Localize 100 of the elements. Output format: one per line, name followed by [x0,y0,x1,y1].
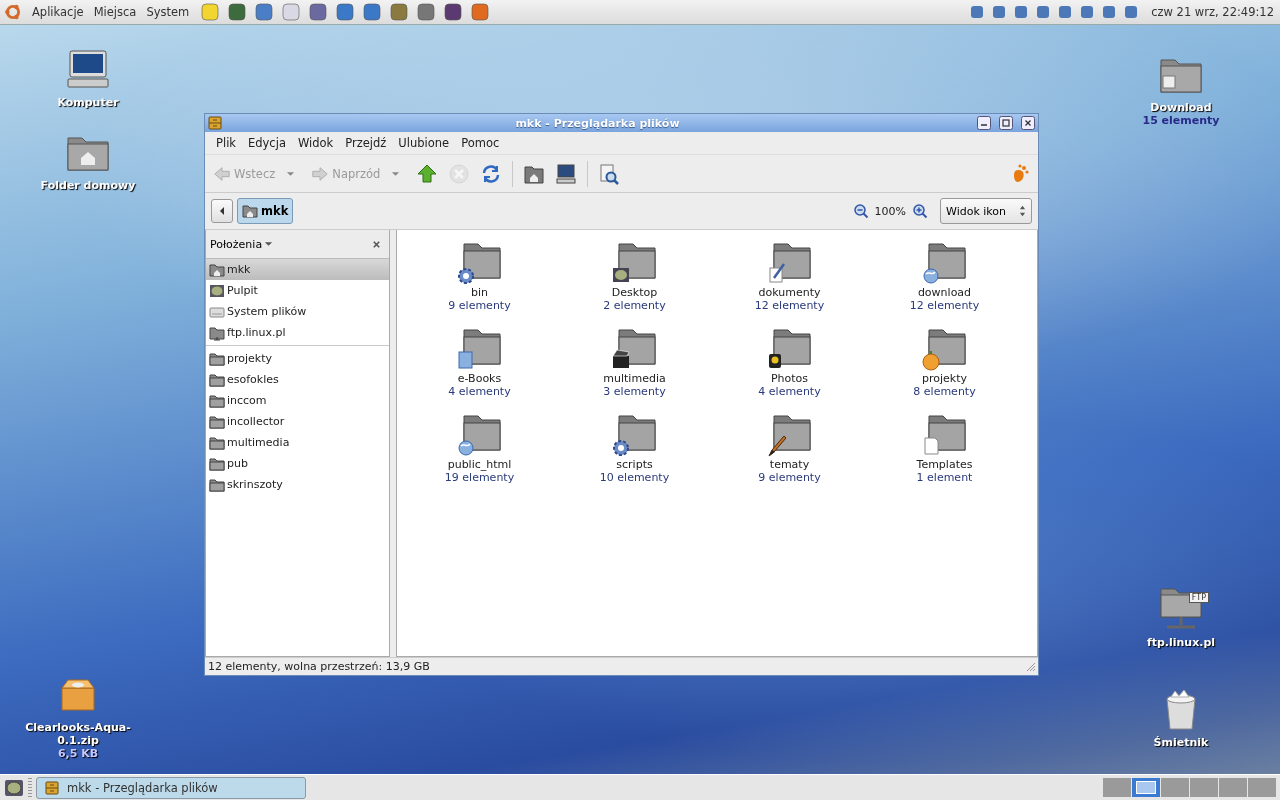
status-text: 12 elementy, wolna przestrzeń: 13,9 GB [208,660,430,673]
maximize-icon[interactable] [999,116,1013,130]
zoom-level: 100% [874,204,906,218]
zoom-out-icon[interactable] [852,203,869,219]
sidebar-item[interactable]: incollector [206,411,389,432]
tray-icon[interactable] [1035,4,1052,20]
sidebar-item[interactable]: pub [206,453,389,474]
item-count: 12 elementy [754,299,825,312]
item-count: 3 elementy [603,385,666,398]
menu-item[interactable]: Plik [211,136,241,150]
up-arrow-icon[interactable] [416,162,439,185]
window-title: mkk - Przeglądarka plików [514,116,681,130]
tray-icon[interactable] [1123,4,1140,20]
workspace[interactable] [1132,778,1160,797]
right-arrow-icon [311,164,330,183]
search-icon[interactable] [598,162,621,185]
item-count: 12 elementy [909,299,980,312]
places-dropdown[interactable]: Położenia [210,237,274,251]
panel-menu[interactable]: System [142,5,194,19]
cabinet-icon[interactable] [208,116,222,130]
launcher-icon[interactable] [443,2,464,22]
item-count: 1 element [916,471,973,484]
clock[interactable]: czw 21 wrz, 22:49:12 [1151,5,1274,19]
launcher-icon[interactable] [335,2,356,22]
sidebar-item[interactable]: ftp.linux.pl [206,322,389,343]
sidebar-item[interactable]: mkk [206,259,389,280]
file-name[interactable]: multimedia [603,372,666,385]
menu-item[interactable]: Pomoc [456,136,505,150]
launcher-icon[interactable] [227,2,248,22]
cabinet-icon [45,780,59,795]
tray-icon[interactable] [991,4,1008,20]
desktop-icon-label[interactable]: ftp.linux.pl [1146,636,1216,649]
item-count: 9 elementy [758,471,821,484]
left-triangle-icon [219,206,225,216]
sidebar-item[interactable]: inccom [206,390,389,411]
file-name[interactable]: Photos [770,372,809,385]
desktop-icon-label[interactable]: Clearlooks-Aqua-0.1.zip [18,721,138,747]
folder-icon [209,476,225,493]
home-folder-icon [209,261,225,278]
zoom-in-icon[interactable] [912,203,928,219]
path-left-button[interactable] [211,199,233,223]
menu-item[interactable]: Widok [292,136,339,150]
file-name[interactable]: scripts [616,458,653,471]
menu-item[interactable]: Edycja [243,136,291,150]
sidebar-item[interactable]: esofokles [206,369,389,390]
up-down-arrows-icon [1019,205,1026,217]
desktop-icon [209,282,225,299]
sidebar-item[interactable]: projekty [206,348,389,369]
sidebar-item[interactable]: Pulpit [206,280,389,301]
tray-icon[interactable] [969,4,986,20]
panel-menu[interactable]: Miejsca [89,5,141,19]
show-desktop-icon[interactable] [4,777,24,798]
close-icon[interactable] [1021,116,1035,130]
computer-icon[interactable] [555,162,578,185]
file-name[interactable]: public_html [447,458,512,471]
file-name[interactable]: download [917,286,972,299]
logo-icon[interactable] [4,3,22,21]
network-folder-icon [209,324,225,341]
desktop-icon-label[interactable]: Śmietnik [1153,736,1209,749]
tray-icon[interactable] [1101,4,1118,20]
taskbar-button[interactable]: mkk - Przeglądarka plików [36,776,306,799]
file-name[interactable]: dokumenty [758,286,821,299]
file-name[interactable]: Templates [916,458,973,471]
desktop-icon-detail: 6,5 KB [57,747,99,760]
folder-icon [209,371,225,388]
launcher-icon[interactable] [470,2,491,22]
launcher-icon[interactable] [308,2,329,22]
launcher-icon[interactable] [389,2,410,22]
sidebar-item[interactable]: multimedia [206,432,389,453]
close-icon[interactable] [372,239,381,249]
minimize-icon[interactable] [977,116,991,130]
launcher-icon[interactable] [254,2,275,22]
folder-icon [209,434,225,451]
panel-menu[interactable]: Aplikacje [28,5,88,19]
launcher-icon[interactable] [362,2,383,22]
menu-item[interactable]: Przejdź [340,136,392,150]
sidebar-item[interactable]: skrinszoty [206,474,389,495]
item-count: 9 elementy [448,299,511,312]
path-button[interactable]: mkk [237,198,294,224]
home-folder-icon [242,203,258,219]
folder-icon [209,455,225,472]
file-name[interactable]: bin [471,286,488,299]
folder-icon [209,413,225,430]
folder-icon [209,392,225,409]
tray-icon[interactable] [1079,4,1096,20]
resize-grip-icon[interactable] [1026,661,1036,672]
file-name[interactable]: tematy [769,458,810,471]
item-count: 10 elementy [599,471,670,484]
item-count: 19 elementy [444,471,515,484]
file-name[interactable]: e-Books [457,372,502,385]
tray-icon[interactable] [1013,4,1030,20]
file-name[interactable]: Desktop [611,286,658,299]
launcher-icon[interactable] [416,2,437,22]
tray-icon[interactable] [1057,4,1074,20]
folder-icon [209,350,225,367]
file-name[interactable]: projekty [922,372,967,385]
item-count: 8 elementy [913,385,976,398]
view-dropdown[interactable]: Widok ikon [940,198,1032,224]
sidebar-item[interactable]: System plików [206,301,389,322]
menu-item[interactable]: Ulubione [393,136,455,150]
